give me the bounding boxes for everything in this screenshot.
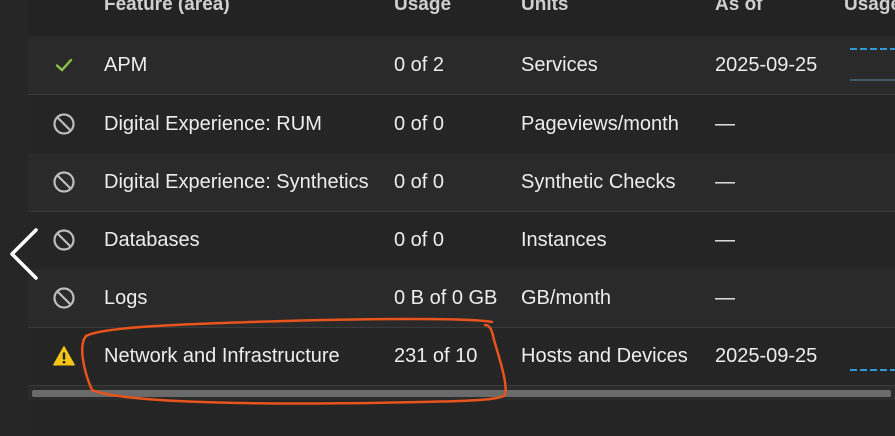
left-rail [0,0,28,436]
feature-name: Digital Experience: RUM [104,113,322,135]
table-row[interactable]: Logs 0 B of 0 GB GB/month — [28,269,895,328]
feature-name: Digital Experience: Synthetics [104,171,369,193]
table-row[interactable]: Digital Experience: Synthetics 0 of 0 Sy… [28,153,895,212]
chevron-left-icon[interactable] [6,226,40,282]
units-value: Pageviews/month [521,113,679,135]
units-value: Hosts and Devices [521,345,688,367]
check-icon [55,58,73,72]
feature-name: APM [104,54,148,76]
table-row[interactable]: Digital Experience: RUM 0 of 0 Pageviews… [28,95,895,154]
column-header-usage-trend[interactable]: Usage [844,0,895,16]
usage-trend-sparkline [850,48,895,81]
units-value: Services [521,54,598,76]
as-of-value: — [715,171,735,193]
feature-name: Logs [104,287,148,309]
table-row[interactable]: Network and Infrastructure 231 of 10 Hos… [28,327,895,386]
disabled-icon [53,113,75,135]
units-value: Instances [521,229,607,251]
horizontal-scrollbar[interactable] [28,386,895,400]
column-header-as-of[interactable]: As of [715,0,763,16]
disabled-icon [53,171,75,193]
usage-value: 0 of 0 [394,171,445,193]
scrollbar-thumb[interactable] [32,390,891,397]
usage-value: 0 of 0 [394,113,445,135]
as-of-value: 2025-09-25 [715,54,818,76]
feature-name: Databases [104,229,200,251]
usage-trend-sparkline [850,369,895,371]
warning-icon [53,346,75,366]
usage-value: 0 of 0 [394,229,445,251]
table-row[interactable]: APM 0 of 2 Services 2025-09-25 [28,36,895,95]
table-header: Feature (area) Usage Units As of Usage [28,0,895,37]
as-of-value: — [715,229,735,251]
disabled-icon [53,229,75,251]
units-value: Synthetic Checks [521,171,676,193]
as-of-value: 2025-09-25 [715,345,818,367]
column-header-units[interactable]: Units [521,0,569,16]
column-header-usage[interactable]: Usage [394,0,451,16]
as-of-value: — [715,113,735,135]
feature-name: Network and Infrastructure [104,345,340,367]
column-header-feature[interactable]: Feature (area) [104,0,230,16]
units-value: GB/month [521,287,612,309]
disabled-icon [53,287,75,309]
table-row[interactable]: Databases 0 of 0 Instances — [28,211,895,270]
usage-value: 231 of 10 [394,345,478,367]
as-of-value: — [715,287,735,309]
usage-value: 0 B of 0 GB [394,287,498,309]
usage-value: 0 of 2 [394,54,445,76]
